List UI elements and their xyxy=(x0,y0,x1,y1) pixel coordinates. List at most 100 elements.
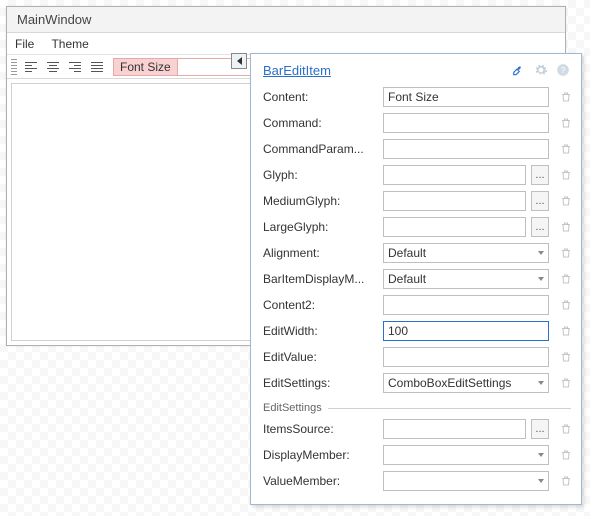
prop-row-editWidth: EditWidth: 100 xyxy=(251,318,581,344)
prop-label-alignment: Alignment: xyxy=(263,246,377,260)
menu-theme[interactable]: Theme xyxy=(51,37,88,51)
reset-button-content2[interactable] xyxy=(559,297,573,313)
chevron-down-icon xyxy=(538,479,544,483)
prop-label-content2: Content2: xyxy=(263,298,377,312)
prop-label-command: Command: xyxy=(263,116,377,130)
browse-button-largeGlyph[interactable]: ... xyxy=(531,217,549,237)
prop-input-itemsSource[interactable] xyxy=(383,419,526,439)
gear-icon[interactable] xyxy=(533,62,549,78)
reset-button-editValue[interactable] xyxy=(559,349,573,365)
prop-row-valueMember: ValueMember: xyxy=(251,468,581,494)
prop-value-barItemDisplay: Default xyxy=(388,272,538,286)
prop-input-command[interactable] xyxy=(383,113,549,133)
align-justify-button[interactable] xyxy=(87,58,107,76)
font-size-label: Font Size xyxy=(114,60,177,74)
popup-title-link[interactable]: BarEditItem xyxy=(263,63,331,78)
prop-row-itemsSource: ItemsSource:... xyxy=(251,416,581,442)
prop-input-barItemDisplay[interactable]: Default xyxy=(383,269,549,289)
align-right-icon xyxy=(69,62,81,72)
wrench-icon[interactable] xyxy=(511,62,527,78)
prop-row-editValue: EditValue: xyxy=(251,344,581,370)
align-justify-icon xyxy=(91,62,103,72)
prop-label-commandParam: CommandParam... xyxy=(263,142,377,156)
prop-input-content2[interactable] xyxy=(383,295,549,315)
prop-row-largeGlyph: LargeGlyph:... xyxy=(251,214,581,240)
prop-value-editWidth: 100 xyxy=(388,324,544,338)
reset-button-alignment[interactable] xyxy=(559,245,573,261)
editsettings-group-separator: EditSettings xyxy=(263,402,571,414)
align-center-button[interactable] xyxy=(43,58,63,76)
popup-header: BarEditItem ? xyxy=(251,58,581,84)
align-left-icon xyxy=(25,62,37,72)
prop-row-mediumGlyph: MediumGlyph:... xyxy=(251,188,581,214)
prop-input-largeGlyph[interactable] xyxy=(383,217,526,237)
prop-label-mediumGlyph: MediumGlyph: xyxy=(263,194,377,208)
popup-header-icons: ? xyxy=(511,62,571,78)
prop-input-alignment[interactable]: Default xyxy=(383,243,549,263)
reset-button-commandParam[interactable] xyxy=(559,141,573,157)
prop-label-valueMember: ValueMember: xyxy=(263,474,377,488)
reset-button-editWidth[interactable] xyxy=(559,323,573,339)
prop-label-displayMember: DisplayMember: xyxy=(263,448,377,462)
prop-value-content: Font Size xyxy=(388,90,544,104)
reset-button-largeGlyph[interactable] xyxy=(559,219,573,235)
prop-label-editWidth: EditWidth: xyxy=(263,324,377,338)
prop-row-displayMember: DisplayMember: xyxy=(251,442,581,468)
prop-value-editSettings: ComboBoxEditSettings xyxy=(388,376,538,390)
prop-input-content[interactable]: Font Size xyxy=(383,87,549,107)
editsettings-group-label: EditSettings xyxy=(263,402,322,414)
prop-input-editValue[interactable] xyxy=(383,347,549,367)
reset-button-content[interactable] xyxy=(559,89,573,105)
toolbar-grip-icon[interactable] xyxy=(11,59,17,75)
smart-tag-button[interactable] xyxy=(231,53,247,69)
reset-button-displayMember[interactable] xyxy=(559,447,573,463)
prop-input-editWidth[interactable]: 100 xyxy=(383,321,549,341)
prop-row-command: Command: xyxy=(251,110,581,136)
align-center-icon xyxy=(47,62,59,72)
reset-button-barItemDisplay[interactable] xyxy=(559,271,573,287)
prop-input-mediumGlyph[interactable] xyxy=(383,191,526,211)
prop-label-largeGlyph: LargeGlyph: xyxy=(263,220,377,234)
prop-label-editSettings: EditSettings: xyxy=(263,376,377,390)
prop-input-valueMember[interactable] xyxy=(383,471,549,491)
browse-button-glyph[interactable]: ... xyxy=(531,165,549,185)
reset-button-mediumGlyph[interactable] xyxy=(559,193,573,209)
prop-label-glyph: Glyph: xyxy=(263,168,377,182)
chevron-down-icon xyxy=(538,381,544,385)
menubar: File Theme xyxy=(7,33,565,55)
prop-row-barItemDisplay: BarItemDisplayM... Default xyxy=(251,266,581,292)
prop-input-displayMember[interactable] xyxy=(383,445,549,465)
browse-button-mediumGlyph[interactable]: ... xyxy=(531,191,549,211)
reset-button-glyph[interactable] xyxy=(559,167,573,183)
prop-input-editSettings[interactable]: ComboBoxEditSettings xyxy=(383,373,549,393)
chevron-down-icon xyxy=(538,453,544,457)
prop-input-commandParam[interactable] xyxy=(383,139,549,159)
prop-label-editValue: EditValue: xyxy=(263,350,377,364)
prop-row-commandParam: CommandParam... xyxy=(251,136,581,162)
svg-text:?: ? xyxy=(561,66,566,75)
prop-row-glyph: Glyph:... xyxy=(251,162,581,188)
reset-button-itemsSource[interactable] xyxy=(559,421,573,437)
prop-label-content: Content: xyxy=(263,90,377,104)
menu-file[interactable]: File xyxy=(15,37,34,51)
prop-label-barItemDisplay: BarItemDisplayM... xyxy=(263,272,377,286)
reset-button-valueMember[interactable] xyxy=(559,473,573,489)
smart-tag-popup: BarEditItem ? Content: Font Size Command: C… xyxy=(250,53,582,505)
reset-button-editSettings[interactable] xyxy=(559,375,573,391)
prop-row-editSettings: EditSettings: ComboBoxEditSettings xyxy=(251,370,581,396)
chevron-down-icon xyxy=(538,277,544,281)
browse-button-itemsSource[interactable]: ... xyxy=(531,419,549,439)
chevron-down-icon xyxy=(538,251,544,255)
prop-row-alignment: Alignment: Default xyxy=(251,240,581,266)
prop-row-content: Content: Font Size xyxy=(251,84,581,110)
reset-button-command[interactable] xyxy=(559,115,573,131)
titlebar: MainWindow xyxy=(7,7,565,33)
align-right-button[interactable] xyxy=(65,58,85,76)
align-left-button[interactable] xyxy=(21,58,41,76)
prop-input-glyph[interactable] xyxy=(383,165,526,185)
window-title: MainWindow xyxy=(17,12,91,27)
prop-row-content2: Content2: xyxy=(251,292,581,318)
help-icon[interactable]: ? xyxy=(555,62,571,78)
prop-label-itemsSource: ItemsSource: xyxy=(263,422,377,436)
prop-value-alignment: Default xyxy=(388,246,538,260)
